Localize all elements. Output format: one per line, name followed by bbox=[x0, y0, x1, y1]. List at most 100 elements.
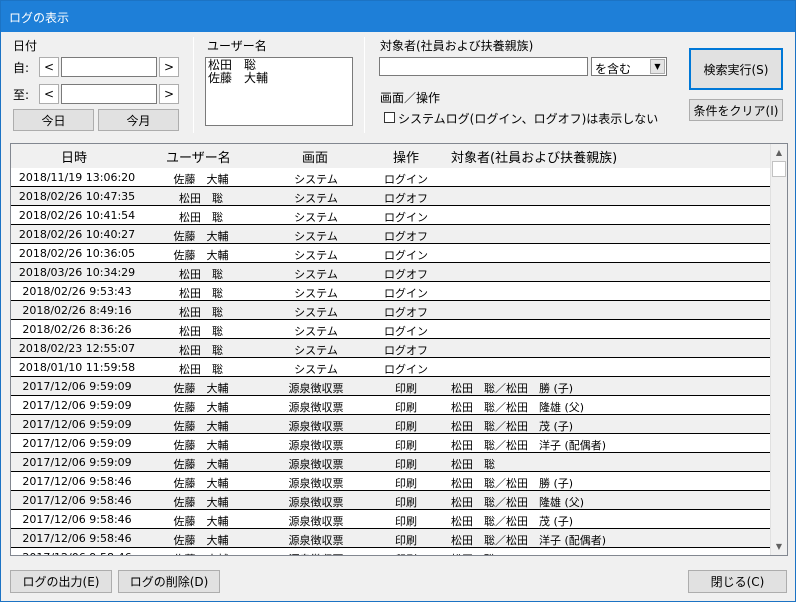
cell-operation: ログイン bbox=[384, 363, 428, 376]
user-listbox[interactable]: 松田 聡 佐藤 大輔 bbox=[205, 57, 353, 126]
cell-screen: システム bbox=[294, 344, 338, 357]
table-row[interactable]: 2018/02/26 10:36:05 佐藤 大輔 システム ログイン bbox=[11, 244, 771, 263]
table-row[interactable]: 2017/12/06 9:59:09 佐藤 大輔 源泉徴収票 印刷 松田 聡 bbox=[11, 453, 771, 472]
cell-user: 松田 聡 bbox=[179, 287, 223, 300]
chevron-right-icon: > bbox=[163, 87, 175, 101]
log-viewer-window: ログの表示 日付 自: < > 至: < > 今日 今月 ユーザー名 松田 聡 … bbox=[0, 0, 796, 602]
cell-user: 佐藤 大輔 bbox=[173, 230, 229, 243]
date-from-prev-button[interactable]: < bbox=[39, 57, 59, 77]
table-row[interactable]: 2018/02/26 10:47:35 松田 聡 システム ログオフ bbox=[11, 187, 771, 206]
table-row[interactable]: 2017/12/06 9:58:46 佐藤 大輔 源泉徴収票 印刷 松田 聡／松田 勝 … bbox=[11, 472, 771, 491]
cell-datetime: 2018/02/26 8:36:26 bbox=[22, 323, 132, 336]
today-button[interactable]: 今日 bbox=[13, 109, 94, 131]
delete-log-button[interactable]: ログの削除(D) bbox=[118, 570, 220, 593]
cell-operation: 印刷 bbox=[395, 439, 417, 452]
table-row[interactable]: 2018/03/26 10:34:29 松田 聡 システム ログオフ bbox=[11, 263, 771, 282]
target-input[interactable] bbox=[379, 57, 588, 76]
column-header-target[interactable]: 対象者(社員および扶養親族) bbox=[451, 147, 617, 166]
cell-screen: システム bbox=[294, 287, 338, 300]
cell-user: 松田 聡 bbox=[179, 306, 223, 319]
table-row[interactable]: 2017/12/06 9:59:09 佐藤 大輔 源泉徴収票 印刷 松田 聡／松田 茂 … bbox=[11, 415, 771, 434]
cell-datetime: 2017/12/06 9:58:46 bbox=[22, 475, 132, 488]
table-row[interactable]: 2017/12/06 9:59:09 佐藤 大輔 源泉徴収票 印刷 松田 聡／松田 洋子… bbox=[11, 434, 771, 453]
date-to-next-button[interactable]: > bbox=[159, 84, 179, 104]
cell-datetime: 2017/12/06 9:59:09 bbox=[22, 380, 132, 393]
chevron-left-icon: < bbox=[43, 87, 55, 101]
table-row[interactable]: 2017/12/06 9:58:46 佐藤 大輔 源泉徴収票 印刷 松田 聡／松田 隆雄… bbox=[11, 491, 771, 510]
cell-datetime: 2017/12/06 9:59:09 bbox=[22, 437, 132, 450]
date-to-prev-button[interactable]: < bbox=[39, 84, 59, 104]
cell-user: 佐藤 大輔 bbox=[173, 249, 229, 262]
title-bar[interactable]: ログの表示 bbox=[1, 1, 795, 32]
hide-system-log-checkbox[interactable] bbox=[384, 112, 395, 123]
cell-datetime: 2017/12/06 9:58:46 bbox=[22, 532, 132, 545]
cell-user: 松田 聡 bbox=[179, 268, 223, 281]
cell-screen: システム bbox=[294, 249, 338, 262]
cell-datetime: 2018/02/26 10:40:27 bbox=[18, 228, 136, 241]
cell-operation: 印刷 bbox=[395, 382, 417, 395]
cell-operation: 印刷 bbox=[395, 477, 417, 490]
cell-user: 佐藤 大輔 bbox=[173, 173, 229, 186]
column-header-datetime[interactable]: 日時 bbox=[61, 147, 87, 166]
cell-operation: 印刷 bbox=[395, 401, 417, 414]
table-row[interactable]: 2017/12/06 9:58:46 佐藤 大輔 源泉徴収票 印刷 松田 聡 bbox=[11, 548, 771, 555]
cell-datetime: 2017/12/06 9:58:46 bbox=[22, 513, 132, 526]
cell-datetime: 2018/02/23 12:55:07 bbox=[18, 342, 136, 355]
table-row[interactable]: 2018/02/26 8:36:26 松田 聡 システム ログイン bbox=[11, 320, 771, 339]
column-header-screen[interactable]: 画面 bbox=[302, 147, 328, 166]
table-row[interactable]: 2018/02/26 10:40:27 佐藤 大輔 システム ログオフ bbox=[11, 225, 771, 244]
table-header: 日時 ユーザー名 画面 操作 対象者(社員および扶養親族) bbox=[11, 144, 771, 168]
log-table[interactable]: 日時 ユーザー名 画面 操作 対象者(社員および扶養親族) 2018/11/19… bbox=[10, 143, 788, 556]
table-row[interactable]: 2018/02/26 10:41:54 松田 聡 システム ログイン bbox=[11, 206, 771, 225]
cell-user: 佐藤 大輔 bbox=[173, 458, 229, 471]
scroll-down-icon[interactable]: ▼ bbox=[771, 538, 787, 555]
table-row[interactable]: 2017/12/06 9:59:09 佐藤 大輔 源泉徴収票 印刷 松田 聡／松田 隆雄… bbox=[11, 396, 771, 415]
cell-operation: 印刷 bbox=[371, 551, 441, 555]
cell-target: 松田 聡／松田 茂 (子) bbox=[451, 420, 574, 433]
cell-screen: システム bbox=[294, 230, 338, 243]
table-row[interactable]: 2018/02/26 9:53:43 松田 聡 システム ログイン bbox=[11, 282, 771, 301]
cell-user: 佐藤 大輔 bbox=[173, 439, 229, 452]
date-from-input[interactable] bbox=[61, 57, 157, 77]
clear-conditions-button[interactable]: 条件をクリア(I) bbox=[689, 99, 783, 121]
table-row[interactable]: 2018/11/19 13:06:20 佐藤 大輔 システム ログイン bbox=[11, 168, 771, 187]
table-row[interactable]: 2017/12/06 9:58:46 佐藤 大輔 源泉徴収票 印刷 松田 聡／松田 洋子… bbox=[11, 529, 771, 548]
cell-operation: ログオフ bbox=[384, 306, 428, 319]
cell-user: 佐藤 大輔 bbox=[173, 534, 229, 547]
table-row[interactable]: 2018/01/10 11:59:58 松田 聡 システム ログイン bbox=[11, 358, 771, 377]
column-header-user[interactable]: ユーザー名 bbox=[166, 147, 231, 166]
this-month-button[interactable]: 今月 bbox=[98, 109, 179, 131]
window-title: ログの表示 bbox=[9, 11, 70, 25]
separator bbox=[364, 37, 365, 133]
cell-user: 佐藤 大輔 bbox=[173, 401, 229, 414]
table-row[interactable]: 2018/02/23 12:55:07 松田 聡 システム ログオフ bbox=[11, 339, 771, 358]
chevron-down-icon[interactable]: ▼ bbox=[650, 59, 665, 74]
vertical-scrollbar[interactable]: ▲ ▼ bbox=[770, 144, 787, 555]
match-mode-select[interactable]: を含む ▼ bbox=[591, 57, 667, 76]
table-row[interactable]: 2017/12/06 9:59:09 佐藤 大輔 源泉徴収票 印刷 松田 聡／松田 勝 … bbox=[11, 377, 771, 396]
hide-system-log-label[interactable]: システムログ(ログイン、ログオフ)は表示しない bbox=[398, 110, 658, 127]
scroll-up-icon[interactable]: ▲ bbox=[771, 144, 787, 161]
list-item[interactable]: 佐藤 大輔 bbox=[208, 72, 350, 85]
target-label: 対象者(社員および扶養親族) bbox=[380, 39, 534, 53]
date-from-label: 自: bbox=[13, 61, 30, 75]
cell-user: 佐藤 大輔 bbox=[173, 477, 229, 490]
column-header-operation[interactable]: 操作 bbox=[393, 147, 419, 166]
cell-datetime: 2017/12/06 9:59:09 bbox=[22, 418, 132, 431]
date-to-input[interactable] bbox=[61, 84, 157, 104]
cell-operation: ログイン bbox=[384, 211, 428, 224]
cell-screen: システム bbox=[294, 173, 338, 186]
scroll-thumb[interactable] bbox=[772, 161, 786, 177]
search-button[interactable]: 検索実行(S) bbox=[689, 48, 783, 90]
cell-datetime: 2018/03/26 10:34:29 bbox=[18, 266, 136, 279]
table-row[interactable]: 2018/02/26 8:49:16 松田 聡 システム ログオフ bbox=[11, 301, 771, 320]
table-row[interactable]: 2017/12/06 9:58:46 佐藤 大輔 源泉徴収票 印刷 松田 聡／松田 茂 … bbox=[11, 510, 771, 529]
cell-operation: ログイン bbox=[384, 173, 428, 186]
date-group-label: 日付 bbox=[13, 39, 38, 53]
cell-datetime: 2017/12/06 9:58:46 bbox=[17, 551, 137, 555]
cell-datetime: 2017/12/06 9:59:09 bbox=[22, 399, 132, 412]
date-from-next-button[interactable]: > bbox=[159, 57, 179, 77]
export-log-button[interactable]: ログの出力(E) bbox=[10, 570, 112, 593]
cell-user: 松田 聡 bbox=[179, 325, 223, 338]
close-button[interactable]: 閉じる(C) bbox=[688, 570, 787, 593]
